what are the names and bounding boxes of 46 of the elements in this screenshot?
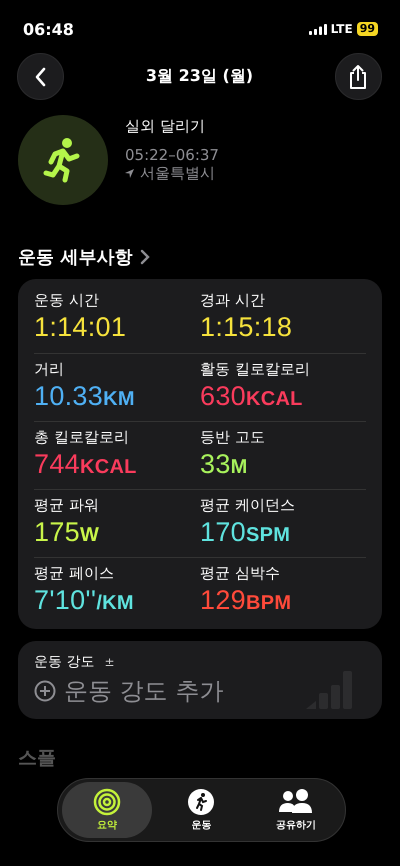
metric-value: 630KCAL (200, 381, 304, 412)
metric-label: 경과 시간 (200, 291, 266, 310)
metric-label: 거리 (34, 360, 65, 379)
back-chevron-icon (34, 66, 48, 86)
rings-icon (93, 788, 122, 816)
network-label: LTE (330, 22, 353, 36)
metric-value: 33M (200, 449, 249, 480)
workout-time: 05:22–06:37 (125, 146, 219, 164)
metric-label: 활동 킬로칼로리 (200, 360, 311, 379)
metric-label: 평균 페이스 (34, 564, 115, 583)
metric-value: 175W (34, 517, 100, 548)
metric-value: 7'10''/KM (34, 585, 135, 616)
metric-label: 평균 파워 (34, 496, 100, 515)
date-title: 3월 23일 (월) (146, 66, 254, 87)
metric-value: 1:14:01 (34, 312, 128, 343)
workout-location: 서울특별시 (140, 164, 215, 183)
metric-label: 평균 케이던스 (200, 496, 296, 515)
share-button[interactable] (334, 53, 382, 100)
chevron-icon (140, 249, 150, 265)
tab[interactable]: 요약 (62, 782, 152, 838)
section-heading[interactable]: 운동 세부사항 (18, 245, 150, 269)
workout-name: 실외 달리기 (125, 117, 206, 136)
metric-value: 129BPM (200, 585, 292, 616)
metric-label: 운동 시간 (34, 291, 100, 310)
add-intensity-button[interactable]: 운동 강도 추가 (64, 675, 224, 707)
people-icon (278, 788, 314, 816)
metric-label: 총 킬로칼로리 (34, 428, 130, 447)
back-button[interactable] (17, 53, 64, 100)
section-heading: 스플 (18, 746, 56, 771)
tab[interactable]: 공유하기 (250, 782, 341, 838)
add-icon (34, 680, 56, 702)
runner-icon (187, 788, 216, 816)
metric-value: 1:15:18 (200, 312, 294, 343)
metric-label: 평균 심박수 (200, 564, 281, 583)
metric-label: 등반 고도 (200, 428, 266, 447)
location-arrow-icon (125, 169, 134, 178)
signal-icon (308, 24, 327, 34)
share-icon (348, 64, 368, 90)
intensity-label: 운동 강도 (34, 653, 94, 671)
metric-value: 744KCAL (34, 449, 138, 480)
intensity-mark: ± (104, 655, 115, 669)
tab[interactable]: 운동 (156, 782, 247, 838)
battery-level: 99 (356, 22, 378, 36)
status-time: 06:48 (23, 20, 74, 38)
metric-value: 170SPM (200, 517, 292, 548)
metric-value: 10.33KM (34, 381, 136, 412)
